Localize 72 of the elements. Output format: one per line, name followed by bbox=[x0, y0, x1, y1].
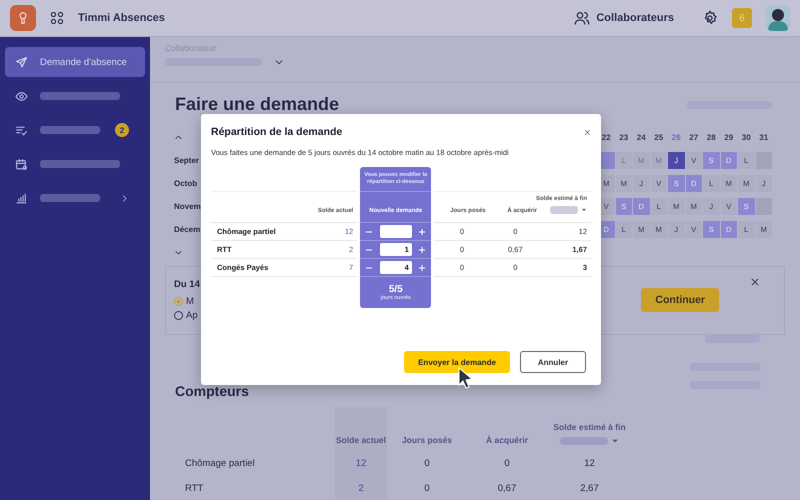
plus-icon bbox=[418, 228, 426, 236]
eye-icon bbox=[15, 90, 28, 102]
month-label: Septer bbox=[174, 156, 200, 166]
table-cell-text: 12 bbox=[583, 457, 596, 471]
table-cell-text: 2,67 bbox=[579, 482, 600, 496]
placeholder-bar bbox=[40, 194, 100, 202]
month-label: Décem bbox=[174, 225, 202, 234]
quantity-field[interactable] bbox=[380, 225, 412, 238]
table-cell[interactable]: 2 bbox=[335, 476, 387, 500]
send-icon bbox=[15, 56, 28, 68]
increase-button[interactable] bbox=[418, 264, 426, 272]
day-number: 23 bbox=[618, 133, 630, 142]
day-number: 27 bbox=[688, 133, 700, 142]
day-number: 28 bbox=[706, 133, 717, 142]
close-button[interactable] bbox=[584, 128, 591, 136]
page-title: Faire une demande bbox=[175, 94, 340, 116]
app-logo[interactable] bbox=[10, 5, 36, 31]
continue-button[interactable]: Continuer bbox=[641, 288, 719, 312]
plus-icon bbox=[418, 246, 426, 254]
sidebar-item[interactable]: 2 bbox=[5, 115, 145, 145]
table-cell-text: 0 bbox=[423, 457, 431, 471]
radio-label: M bbox=[186, 296, 194, 308]
day-number: 25 bbox=[653, 133, 664, 142]
chevron-down-icon bbox=[174, 248, 183, 258]
send-button[interactable]: Envoyer la demande bbox=[404, 351, 510, 373]
sidebar-item[interactable]: Demande d'absence bbox=[5, 47, 145, 77]
table-cell-text: 0 bbox=[503, 457, 511, 471]
people-icon bbox=[574, 10, 590, 26]
avatar[interactable] bbox=[766, 5, 790, 31]
count-badge: 2 bbox=[115, 123, 129, 137]
day-number: 24 bbox=[636, 133, 647, 142]
chart-icon bbox=[15, 192, 28, 204]
day-number: 30 bbox=[740, 133, 752, 142]
checklist-icon bbox=[15, 124, 28, 136]
empty-day bbox=[756, 198, 772, 216]
placeholder-bar bbox=[40, 126, 100, 134]
day-number: 22 bbox=[600, 133, 612, 142]
table-cell[interactable]: 12 bbox=[335, 451, 387, 476]
column-header: Jours posés bbox=[402, 435, 452, 445]
column-header: Solde estimé à fin bbox=[553, 422, 626, 432]
total-count: 5/5 bbox=[388, 284, 403, 295]
apps-icon bbox=[50, 11, 64, 25]
settings-icon bbox=[702, 10, 718, 26]
cancel-button[interactable]: Annuler bbox=[520, 351, 586, 373]
increase-button[interactable] bbox=[418, 228, 426, 236]
day-number: 31 bbox=[758, 133, 770, 142]
caret-icon bbox=[581, 207, 587, 213]
month-label: Novem bbox=[174, 202, 202, 212]
plus-icon bbox=[418, 264, 426, 272]
chevron-right-icon bbox=[120, 194, 129, 202]
row-label: Chômage partiel bbox=[184, 457, 256, 471]
increase-button[interactable] bbox=[418, 246, 426, 254]
request-title: Du 14 bbox=[174, 279, 200, 290]
close-icon bbox=[750, 276, 760, 287]
close-icon bbox=[584, 128, 591, 136]
dialog-title: Répartition de la demande bbox=[211, 126, 342, 138]
day-number: 26 bbox=[670, 133, 682, 142]
section-title: Compteurs bbox=[175, 383, 249, 399]
app-title: Timmi Absences bbox=[78, 12, 165, 24]
month-label: Octob bbox=[174, 179, 198, 188]
column-header: Solde actuel bbox=[336, 435, 386, 445]
calendar-icon bbox=[15, 158, 28, 170]
column-header: À acquérir bbox=[486, 435, 528, 445]
radio-button[interactable] bbox=[174, 311, 183, 320]
radio-button[interactable] bbox=[174, 297, 183, 306]
day-number: 29 bbox=[723, 133, 734, 142]
table-cell-text: 0,67 bbox=[496, 482, 518, 496]
row-label: RTT bbox=[184, 482, 204, 496]
collaborators-link[interactable]: Collaborateurs bbox=[574, 10, 674, 26]
table-cell-text: 0 bbox=[423, 482, 431, 496]
caret-icon bbox=[611, 437, 619, 445]
radio-label: Ap bbox=[186, 310, 198, 322]
